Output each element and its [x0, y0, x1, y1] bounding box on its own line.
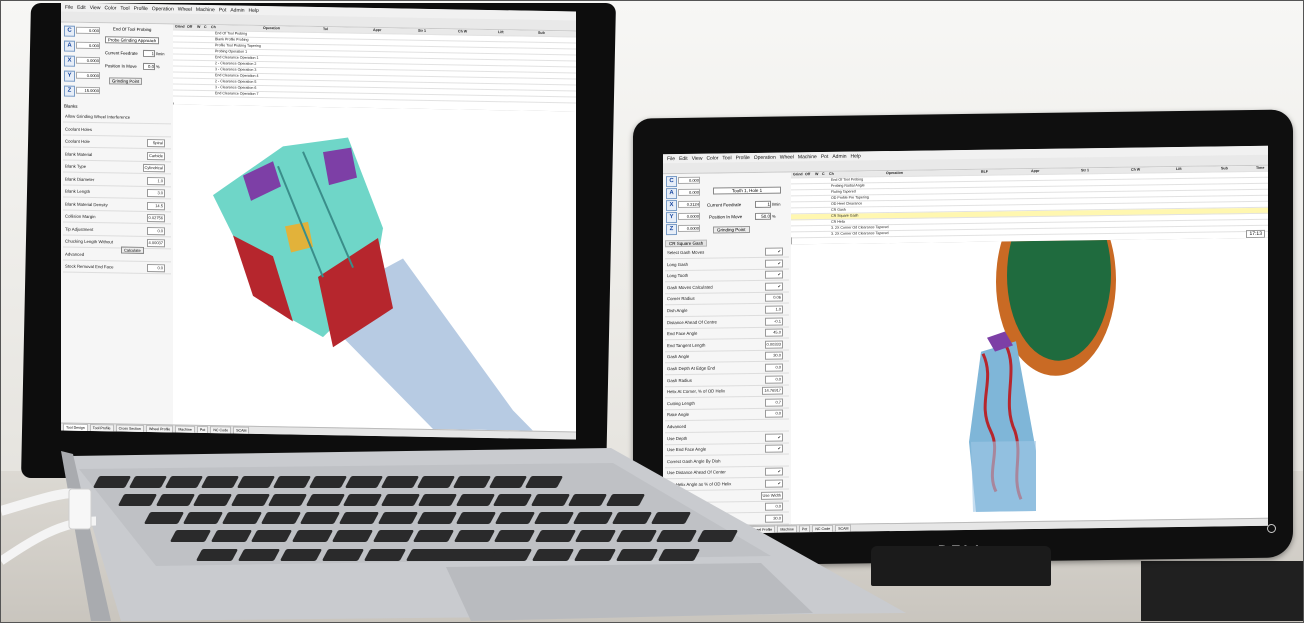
keyboard-key[interactable] — [416, 512, 458, 524]
keyboard-key[interactable] — [534, 530, 576, 542]
keyboard-key[interactable] — [573, 549, 617, 561]
keyboard-key[interactable] — [210, 530, 252, 542]
keyboard-key[interactable] — [291, 530, 333, 542]
keyboard-key[interactable] — [308, 476, 348, 488]
keyboard-key[interactable] — [447, 549, 491, 561]
keyboard-key[interactable] — [650, 512, 692, 524]
keyboard-key[interactable] — [380, 476, 420, 488]
keyboard-key[interactable] — [272, 476, 312, 488]
keyboard-key[interactable] — [321, 549, 365, 561]
keyboard-key[interactable] — [195, 549, 239, 561]
keyboard-key[interactable] — [493, 530, 536, 542]
keyboard-key[interactable] — [488, 476, 528, 488]
keyboard-key[interactable] — [455, 512, 497, 524]
charging-cable — [1, 488, 97, 565]
keyboard-key[interactable] — [237, 549, 281, 561]
keyboard-key[interactable] — [230, 494, 270, 506]
keyboard-key[interactable] — [531, 549, 575, 561]
keyboard-key[interactable] — [567, 494, 608, 506]
keyboard-key[interactable] — [279, 549, 323, 561]
keyboard-key[interactable] — [489, 549, 533, 561]
keyboard-key[interactable] — [455, 494, 495, 506]
keyboard-key[interactable] — [492, 494, 533, 506]
keyboard-key[interactable] — [574, 530, 617, 542]
keyboard-key[interactable] — [611, 512, 653, 524]
keyboard-key[interactable] — [533, 512, 575, 524]
keyboard-key[interactable] — [380, 494, 420, 506]
keyboard-key[interactable] — [615, 549, 659, 561]
keyboard-key[interactable] — [655, 530, 698, 542]
keyboard-key[interactable] — [452, 476, 492, 488]
keyboard-key[interactable] — [250, 530, 293, 542]
keyboard-key[interactable] — [305, 494, 345, 506]
keyboard-key[interactable] — [524, 476, 564, 488]
keyboard-key[interactable] — [338, 512, 380, 524]
keyboard-key[interactable] — [530, 494, 570, 506]
keyboard-key[interactable] — [615, 530, 657, 542]
photo-scene: File Edit View Color Tool Profile Operat… — [0, 0, 1304, 623]
keyboard-key[interactable] — [416, 476, 456, 488]
keyboard-key[interactable] — [372, 530, 414, 542]
keyboard-key[interactable] — [236, 476, 276, 488]
keyboard-key[interactable] — [417, 494, 458, 506]
keyboard-key[interactable] — [605, 494, 645, 506]
keyboard-key[interactable] — [657, 549, 701, 561]
keyboard-key[interactable] — [267, 494, 308, 506]
keyboard-key[interactable] — [363, 549, 407, 561]
keyboard-key[interactable] — [299, 512, 341, 524]
keyboard-key[interactable] — [221, 512, 263, 524]
keyboard-key[interactable] — [572, 512, 614, 524]
keyboard-key[interactable] — [344, 476, 384, 488]
keyboard-key[interactable] — [377, 512, 419, 524]
keyboard-key[interactable] — [260, 512, 302, 524]
keyboard-key[interactable] — [412, 530, 455, 542]
keyboard-key[interactable] — [453, 530, 495, 542]
cable-connector — [68, 488, 92, 530]
keyboard-key[interactable] — [494, 512, 536, 524]
keyboard-key[interactable] — [200, 476, 240, 488]
keyboard-key[interactable] — [342, 494, 383, 506]
keyboard-key[interactable] — [331, 530, 374, 542]
keyboard-key[interactable] — [696, 530, 738, 542]
